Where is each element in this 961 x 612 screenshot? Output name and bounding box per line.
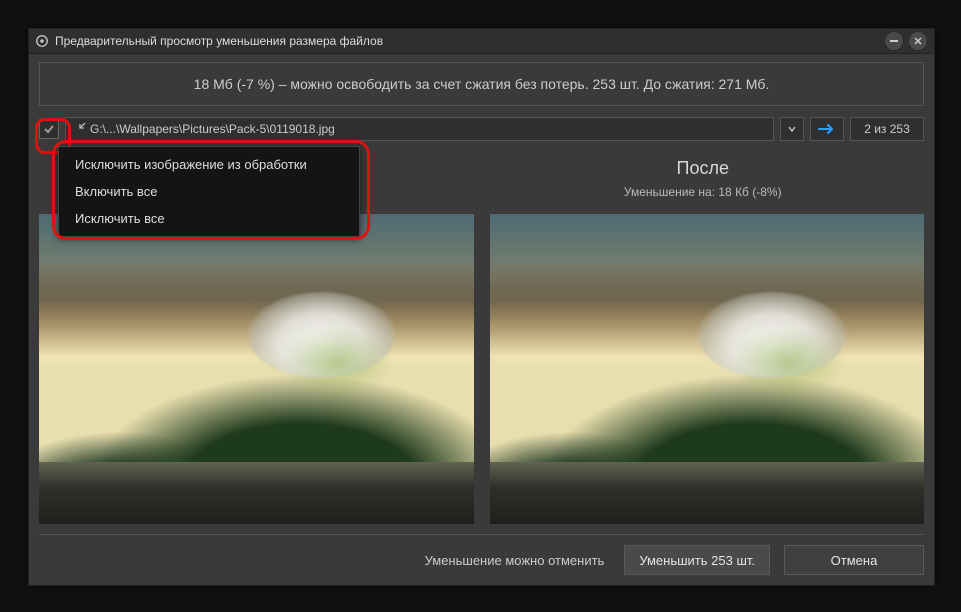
after-image[interactable] bbox=[490, 214, 925, 524]
after-column-label: После Уменьшение на: 18 Кб (-8%) bbox=[482, 148, 925, 208]
path-dropdown-button[interactable] bbox=[780, 117, 804, 141]
path-row: G:\...\Wallpapers\Pictures\Pack-5\011901… bbox=[39, 116, 924, 142]
shrink-icon bbox=[72, 122, 86, 136]
menu-exclude-image[interactable]: Исключить изображение из обработки bbox=[59, 151, 359, 178]
minimize-button[interactable] bbox=[884, 31, 904, 51]
file-path-text: G:\...\Wallpapers\Pictures\Pack-5\011901… bbox=[90, 122, 335, 136]
preview-row bbox=[39, 214, 924, 524]
window-title: Предварительный просмотр уменьшения разм… bbox=[55, 34, 383, 48]
menu-item-label: Исключить все bbox=[75, 211, 165, 226]
close-button[interactable] bbox=[908, 31, 928, 51]
cancel-button-label: Отмена bbox=[831, 553, 878, 568]
dialog-window: Предварительный просмотр уменьшения разм… bbox=[28, 28, 935, 586]
app-icon bbox=[35, 34, 49, 48]
next-arrow-button[interactable] bbox=[810, 117, 844, 141]
menu-item-label: Исключить изображение из обработки bbox=[75, 157, 307, 172]
before-image[interactable] bbox=[39, 214, 474, 524]
menu-exclude-all[interactable]: Исключить все bbox=[59, 205, 359, 232]
include-checkbox[interactable] bbox=[39, 119, 59, 139]
titlebar: Предварительный просмотр уменьшения разм… bbox=[29, 29, 934, 54]
cancel-button[interactable]: Отмена bbox=[784, 545, 924, 575]
reduction-text: Уменьшение на: 18 Кб (-8%) bbox=[624, 185, 782, 199]
undo-info-text: Уменьшение можно отменить bbox=[425, 553, 605, 568]
shrink-button-label: Уменьшить 253 шт. bbox=[639, 553, 755, 568]
shrink-button[interactable]: Уменьшить 253 шт. bbox=[624, 545, 770, 575]
context-menu: Исключить изображение из обработки Включ… bbox=[58, 146, 360, 237]
counter-text: 2 из 253 bbox=[864, 122, 910, 136]
summary-bar: 18 Мб (-7 %) – можно освободить за счет … bbox=[39, 62, 924, 106]
image-counter: 2 из 253 bbox=[850, 117, 924, 141]
menu-include-all[interactable]: Включить все bbox=[59, 178, 359, 205]
footer: Уменьшение можно отменить Уменьшить 253 … bbox=[39, 535, 924, 585]
after-heading: После bbox=[677, 158, 729, 179]
file-path-field[interactable]: G:\...\Wallpapers\Pictures\Pack-5\011901… bbox=[65, 117, 774, 141]
summary-text: 18 Мб (-7 %) – можно освободить за счет … bbox=[194, 76, 770, 92]
menu-item-label: Включить все bbox=[75, 184, 157, 199]
